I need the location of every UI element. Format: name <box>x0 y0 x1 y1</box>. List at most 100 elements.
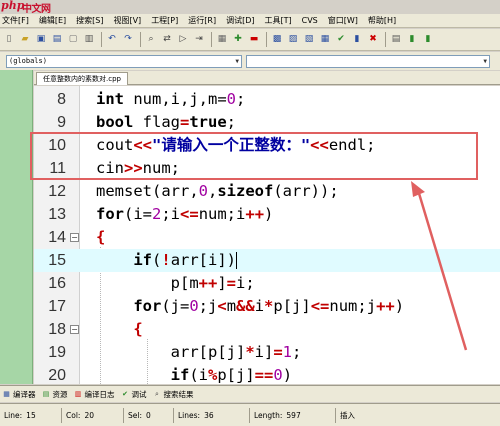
watermark-php: php <box>1 0 25 12</box>
bookmark-icon[interactable]: ▮ <box>405 33 419 47</box>
watermark-logo: php 中文网 <box>0 0 62 15</box>
status-lines: Lines: 36 <box>174 407 250 423</box>
code-line: 16 p[m++]=i; <box>34 272 500 295</box>
chevron-down-icon: ▼ <box>483 57 487 65</box>
redo-icon[interactable]: ↷ <box>121 33 135 47</box>
code-line: 20 if(i%p[j]==0) <box>34 364 500 384</box>
remove-from-project-icon[interactable]: ▬ <box>247 33 261 47</box>
menu-window[interactable]: 窗口[W] <box>323 14 363 28</box>
status-bar: Line: 15 Col: 20 Sel: 0 Lines: 36 Length: 597… <box>0 403 500 426</box>
watermark-cn: 中文网 <box>22 4 51 15</box>
toolbar-separator <box>385 32 386 47</box>
code-line-current: 15 if(!arr[i]) <box>34 249 500 272</box>
line-number: 17 <box>48 298 66 315</box>
line-number: 14 <box>48 229 66 246</box>
toolbar-separator <box>211 32 212 47</box>
replace-icon[interactable]: ⇄ <box>160 33 174 47</box>
run-icon[interactable]: ▨ <box>286 33 300 47</box>
code-text: memset(arr,0,sizeof(arr)); <box>96 182 339 200</box>
menu-help[interactable]: 帮助[H] <box>363 14 401 28</box>
menu-search[interactable]: 搜索[S] <box>71 14 108 28</box>
toolbar: ▯ ▰ ▣ ▤ ▢ ▥ ↶ ↷ ⌕ ⇄ ▷ ⇥ ▦ ✚ ▬ ▩ ▨ ▧ ▦ ✔ … <box>0 29 500 51</box>
toolbar-separator <box>101 32 102 47</box>
menu-file[interactable]: 文件[F] <box>0 14 34 28</box>
new-project-icon[interactable]: ▦ <box>215 33 229 47</box>
fold-minus-icon[interactable]: − <box>70 325 79 334</box>
menu-view[interactable]: 视图[V] <box>108 14 146 28</box>
bottom-tab-search-results[interactable]: ⌕ 搜索结果 <box>153 389 193 400</box>
profile-icon[interactable]: ▮ <box>350 33 364 47</box>
status-sel: Sel: 0 <box>124 407 174 423</box>
about-icon[interactable]: ▮ <box>421 33 435 47</box>
line-number: 10 <box>48 137 66 154</box>
code-text: { <box>96 228 106 246</box>
scope-value: (globals) <box>9 57 47 65</box>
code-line: 13 for(i=2;i<=num;i++) <box>34 203 500 226</box>
project-options-icon[interactable]: ▤ <box>389 33 403 47</box>
code-text: for(i=2;i<=num;i++) <box>96 205 274 223</box>
menu-run[interactable]: 运行[R] <box>183 14 221 28</box>
scope-combo[interactable]: (globals) ▼ <box>6 54 242 68</box>
status-line: Line: 15 <box>0 407 62 423</box>
bottom-tab-compiler[interactable]: ▦ 编译器 <box>2 389 35 400</box>
code-line: 18 − { <box>34 318 500 341</box>
line-number: 8 <box>57 91 66 108</box>
scope-bar: (globals) ▼ ▼ <box>0 52 500 70</box>
menu-bar: 文件[F] 编辑[E] 搜索[S] 视图[V] 工程[P] 运行[R] 调试[D… <box>0 14 500 28</box>
goto-line-icon[interactable]: ⇥ <box>192 33 206 47</box>
find-next-icon[interactable]: ▷ <box>176 33 190 47</box>
undo-icon[interactable]: ↶ <box>105 33 119 47</box>
code-line: 19 arr[p[j]*i]=1; <box>34 341 500 364</box>
code-line: 14 − { <box>34 226 500 249</box>
code-line: 12 memset(arr,0,sizeof(arr)); <box>34 180 500 203</box>
add-to-project-icon[interactable]: ✚ <box>231 33 245 47</box>
menu-tools[interactable]: 工具[T] <box>259 14 296 28</box>
toolbar-separator <box>140 32 141 47</box>
bottom-tab-resource[interactable]: ▤ 资源 <box>42 389 68 400</box>
menu-project[interactable]: 工程[P] <box>146 14 183 28</box>
compile-run-icon[interactable]: ▧ <box>302 33 316 47</box>
code-line: 9 bool flag=true; <box>34 111 500 134</box>
menu-cvs[interactable]: CVS <box>297 14 323 28</box>
code-line: 10 cout<<"请输入一个正整数："<<endl; <box>34 134 500 157</box>
compile-log-icon: ▥ <box>74 390 82 398</box>
open-file-icon[interactable]: ▰ <box>18 33 32 47</box>
fold-minus-icon[interactable]: − <box>70 233 79 242</box>
menu-edit[interactable]: 编辑[E] <box>34 14 71 28</box>
resource-icon: ▤ <box>42 390 50 398</box>
code-editor[interactable]: 8 int num,i,j,m=0; 9 bool flag=true; 10 … <box>34 86 500 384</box>
search-results-icon: ⌕ <box>155 389 159 398</box>
bottom-tab-debug[interactable]: ✔ 调试 <box>121 389 146 400</box>
compile-icon[interactable]: ▩ <box>270 33 284 47</box>
function-combo[interactable]: ▼ <box>246 54 490 68</box>
line-number: 19 <box>48 344 66 361</box>
find-icon[interactable]: ⌕ <box>144 33 158 47</box>
code-text: if(i%p[j]==0) <box>170 366 293 384</box>
close-file-icon[interactable]: ▢ <box>66 33 80 47</box>
text-caret <box>236 252 238 269</box>
menu-debug[interactable]: 调试[D] <box>221 14 259 28</box>
new-file-icon[interactable]: ▯ <box>2 33 16 47</box>
code-text: { <box>133 320 143 338</box>
code-text: for(j=0;j<m&&i*p[j]<=num;j++) <box>133 297 405 315</box>
bottom-panel-tabs: ▦ 编译器 ▤ 资源 ▥ 编译日志 ✔ 调试 ⌕ 搜索结果 <box>0 385 500 402</box>
code-text: cout<<"请输入一个正整数："<<endl; <box>96 136 376 154</box>
chevron-down-icon: ▼ <box>235 57 239 65</box>
print-icon[interactable]: ▥ <box>82 33 96 47</box>
save-all-icon[interactable]: ▤ <box>50 33 64 47</box>
stop-icon[interactable]: ✖ <box>366 33 380 47</box>
rebuild-icon[interactable]: ▦ <box>318 33 332 47</box>
bottom-tab-compile-log[interactable]: ▥ 编译日志 <box>74 389 115 400</box>
code-text: if(!arr[i]) <box>133 251 238 269</box>
line-number: 9 <box>57 114 66 131</box>
line-number: 13 <box>48 206 66 223</box>
editor-tab[interactable]: 任意整数内的素数对.cpp <box>36 72 128 85</box>
save-icon[interactable]: ▣ <box>34 33 48 47</box>
check-syntax-icon[interactable]: ✔ <box>334 33 348 47</box>
line-number: 16 <box>48 275 66 292</box>
compiler-icon: ▦ <box>3 390 10 398</box>
line-number: 15 <box>48 252 66 269</box>
line-number: 11 <box>49 160 66 177</box>
status-length: Length: 597 <box>250 407 336 423</box>
line-number: 12 <box>48 183 66 200</box>
